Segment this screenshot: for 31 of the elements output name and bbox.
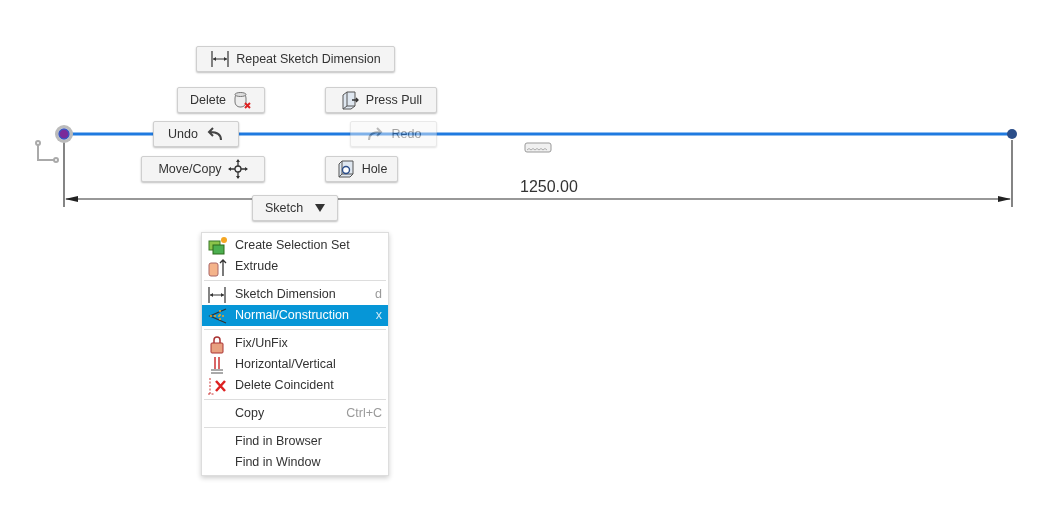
undo-button[interactable]: Undo xyxy=(153,121,239,147)
menu-item[interactable]: Delete Coincident xyxy=(202,375,388,396)
menu-item[interactable]: Find in Browser xyxy=(202,431,388,452)
delete-icon xyxy=(206,375,228,396)
caret-icon xyxy=(315,204,326,212)
selection-set-icon xyxy=(206,235,228,256)
move-copy-button[interactable]: Move/Copy xyxy=(141,156,265,182)
menu-item[interactable]: Extrude xyxy=(202,256,388,277)
extension-line xyxy=(1011,139,1013,208)
menu-item[interactable]: Find in Window xyxy=(202,452,388,473)
press-pull-button[interactable]: Press Pull xyxy=(325,87,437,113)
sketch-dropdown[interactable]: Sketch xyxy=(252,195,338,221)
menu-item[interactable]: Sketch Dimension d xyxy=(202,284,388,305)
end-point[interactable] xyxy=(1007,129,1017,139)
start-point[interactable] xyxy=(55,125,73,143)
menu-item[interactable]: Create Selection Set xyxy=(202,235,388,256)
move-icon xyxy=(227,159,248,179)
delete-icon xyxy=(232,90,253,110)
dimension-icon xyxy=(206,284,228,305)
horizontal-constraint-icon xyxy=(524,142,552,153)
axis-icon xyxy=(35,140,59,163)
dimension-icon xyxy=(210,49,231,69)
repeat-dimension-button[interactable]: Repeat Sketch Dimension xyxy=(196,46,395,72)
hole-button[interactable]: Hole xyxy=(325,156,398,182)
delete-button[interactable]: Delete xyxy=(177,87,265,113)
press-pull-icon xyxy=(339,90,360,110)
hole-icon xyxy=(335,159,356,179)
menu-item[interactable]: Fix/UnFix xyxy=(202,333,388,354)
menu-item[interactable]: Copy Ctrl+C xyxy=(202,403,388,424)
menu-item[interactable]: Horizontal/Vertical xyxy=(202,354,388,375)
dimension-value[interactable]: 1250.00 xyxy=(520,175,578,199)
